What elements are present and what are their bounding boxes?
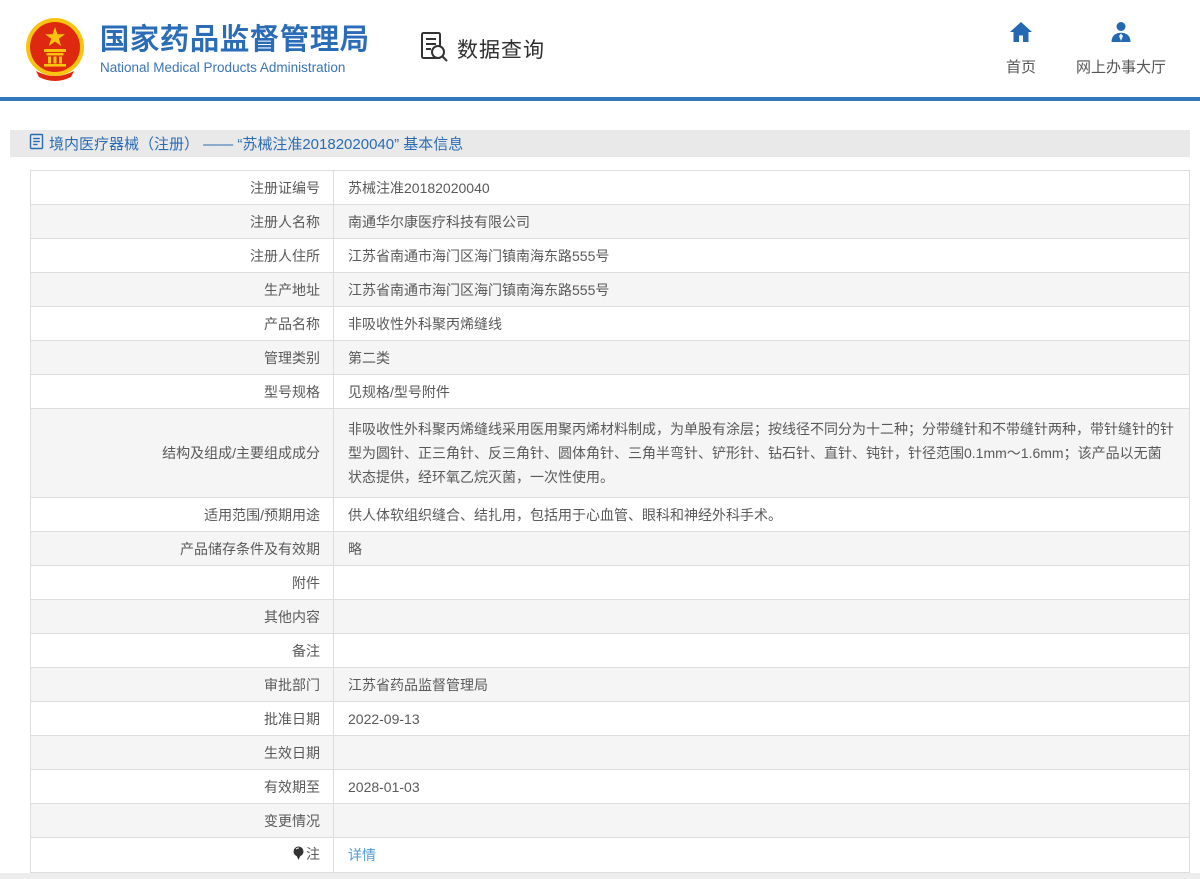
nav-label-home: 首页 bbox=[1005, 58, 1036, 76]
row-label: 注 bbox=[306, 846, 320, 862]
top-nav: 首页 网上办事大厅 bbox=[1006, 21, 1180, 77]
row-value: 见规格/型号附件 bbox=[348, 383, 450, 400]
org-name-cn: 国家药品监督管理局 bbox=[100, 23, 371, 56]
org-titles: 国家药品监督管理局 National Medical Products Admi… bbox=[100, 23, 370, 75]
row-label: 其他内容 bbox=[264, 608, 320, 625]
row-value: 南通华尔康医疗科技有限公司 bbox=[348, 213, 530, 230]
site-header: 国家药品监督管理局 National Medical Products Admi… bbox=[0, 0, 1200, 97]
table-row: 型号规格 见规格/型号附件 bbox=[30, 374, 1190, 409]
page-title: 境内医疗器械（注册） —— “苏械注准20182020040” 基本信息 bbox=[49, 136, 464, 153]
table-row: 生产地址 江苏省南通市海门区海门镇南海东路555号 bbox=[30, 272, 1190, 307]
table-row: 生效日期 bbox=[30, 735, 1190, 770]
nav-item-service-hall[interactable]: 网上办事大厅 bbox=[1076, 21, 1166, 77]
row-label: 产品名称 bbox=[264, 315, 320, 332]
footer-strip bbox=[0, 873, 1200, 879]
national-emblem-logo[interactable] bbox=[22, 15, 88, 83]
user-icon bbox=[1109, 21, 1133, 48]
row-value: 略 bbox=[348, 540, 362, 557]
table-row: 其他内容 bbox=[30, 599, 1190, 634]
document-search-icon bbox=[418, 30, 450, 67]
row-label: 注册人住所 bbox=[250, 247, 320, 264]
bulb-icon bbox=[293, 846, 304, 865]
row-label: 批准日期 bbox=[264, 710, 320, 727]
detail-link[interactable]: 详情 bbox=[348, 847, 376, 863]
registration-info-table: 注册证编号 苏械注准20182020040 注册人名称 南通华尔康医疗科技有限公… bbox=[30, 170, 1190, 873]
table-row: 产品储存条件及有效期 略 bbox=[30, 531, 1190, 566]
row-label: 型号规格 bbox=[264, 383, 320, 400]
row-label: 产品储存条件及有效期 bbox=[180, 540, 320, 557]
table-row: 审批部门 江苏省药品监督管理局 bbox=[30, 667, 1190, 702]
table-row: 适用范围/预期用途 供人体软组织缝合、结扎用，包括用于心血管、眼科和神经外科手术… bbox=[30, 497, 1190, 532]
row-label: 生效日期 bbox=[264, 744, 320, 761]
row-value: 非吸收性外科聚丙烯缝线 bbox=[348, 315, 502, 332]
table-row: 变更情况 bbox=[30, 803, 1190, 838]
row-value: 江苏省南通市海门区海门镇南海东路555号 bbox=[348, 247, 610, 264]
row-label: 备注 bbox=[292, 642, 320, 659]
row-label: 结构及组成/主要组成成分 bbox=[162, 445, 320, 461]
table-row: 注册证编号 苏械注准20182020040 bbox=[30, 170, 1190, 205]
table-row: 管理类别 第二类 bbox=[30, 340, 1190, 375]
row-value: 2022-09-13 bbox=[348, 710, 420, 727]
table-row: 附件 bbox=[30, 565, 1190, 600]
table-row: 注册人名称 南通华尔康医疗科技有限公司 bbox=[30, 204, 1190, 239]
table-row: 批准日期 2022-09-13 bbox=[30, 701, 1190, 736]
row-value: 非吸收性外科聚丙烯缝线采用医用聚丙烯材料制成，为单股有涂层；按线径不同分为十二种… bbox=[348, 421, 1174, 485]
table-row: 产品名称 非吸收性外科聚丙烯缝线 bbox=[30, 306, 1190, 341]
row-value: 江苏省药品监督管理局 bbox=[348, 676, 488, 693]
row-label: 审批部门 bbox=[264, 676, 320, 693]
data-query-label: 数据查询 bbox=[457, 38, 546, 62]
row-label: 管理类别 bbox=[264, 349, 320, 366]
home-icon bbox=[1009, 21, 1033, 48]
nav-label-service-hall: 网上办事大厅 bbox=[1075, 58, 1166, 76]
breadcrumb-title-bar: 境内医疗器械（注册） —— “苏械注准20182020040” 基本信息 bbox=[10, 130, 1190, 157]
row-value: 供人体软组织缝合、结扎用，包括用于心血管、眼科和神经外科手术。 bbox=[348, 506, 782, 523]
data-query-section[interactable]: 数据查询 bbox=[418, 30, 545, 67]
org-name-en: National Medical Products Administration bbox=[100, 59, 346, 75]
row-label: 注册证编号 bbox=[250, 179, 320, 196]
row-label: 附件 bbox=[292, 574, 320, 591]
header-divider-line bbox=[0, 97, 1200, 101]
row-value: 江苏省南通市海门区海门镇南海东路555号 bbox=[348, 281, 610, 298]
row-value: 苏械注准20182020040 bbox=[348, 179, 490, 196]
row-value: 第二类 bbox=[348, 349, 390, 366]
page-doc-icon bbox=[29, 133, 44, 155]
table-row: 注 详情 bbox=[30, 837, 1190, 873]
table-row: 注册人住所 江苏省南通市海门区海门镇南海东路555号 bbox=[30, 238, 1190, 273]
row-label: 变更情况 bbox=[264, 812, 320, 829]
table-row: 结构及组成/主要组成成分 非吸收性外科聚丙烯缝线采用医用聚丙烯材料制成，为单股有… bbox=[30, 408, 1190, 498]
row-value: 2028-01-03 bbox=[348, 778, 420, 795]
row-label: 生产地址 bbox=[264, 281, 320, 298]
nav-item-home[interactable]: 首页 bbox=[1006, 21, 1036, 77]
row-label: 适用范围/预期用途 bbox=[204, 506, 320, 523]
row-label: 注册人名称 bbox=[250, 213, 320, 230]
table-row: 有效期至 2028-01-03 bbox=[30, 769, 1190, 804]
row-label: 有效期至 bbox=[264, 778, 320, 795]
table-row: 备注 bbox=[30, 633, 1190, 668]
